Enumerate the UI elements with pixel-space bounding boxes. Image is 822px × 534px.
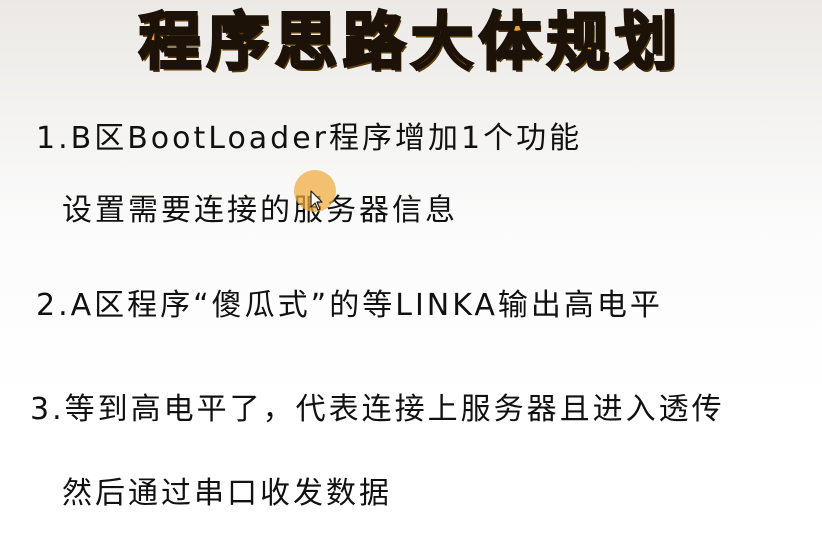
item-2-line-1: 2.A区程序“傻瓜式”的等LINKA输出高电平 [36,288,663,323]
item-1-line-1: 1.B区BootLoader程序增加1个功能 [36,121,583,156]
slide-title: 程序思路大体规划 [137,4,683,80]
item-1-line-2: 设置需要连接的服务器信息 [62,193,458,228]
slide: 程序思路大体规划 1.B区BootLoader程序增加1个功能 设置需要连接的服… [0,0,822,534]
item-3-line-2: 然后通过串口收发数据 [62,476,392,511]
item-3-line-1: 3.等到高电平了，代表连接上服务器且进入透传 [30,392,725,427]
mouse-pointer-icon [310,190,323,211]
